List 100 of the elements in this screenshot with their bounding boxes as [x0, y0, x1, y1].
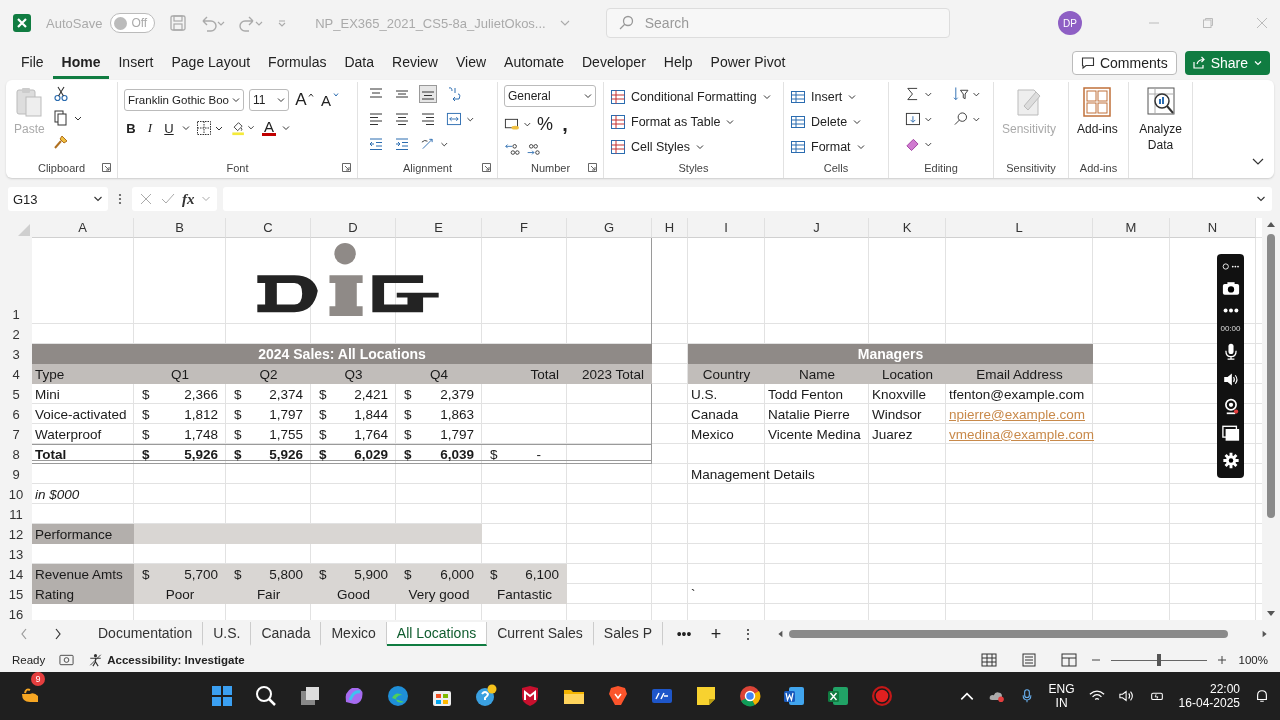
find-icon[interactable]: [953, 111, 981, 127]
chevron-down-icon[interactable]: [181, 123, 191, 133]
column-header[interactable]: D: [311, 218, 396, 238]
bottom-align-icon[interactable]: [420, 86, 436, 102]
name-box[interactable]: G13: [8, 187, 108, 211]
column-header[interactable]: F: [482, 218, 567, 238]
cloud-icon[interactable]: [988, 689, 1005, 703]
comma-style-button[interactable]: ,: [558, 114, 572, 134]
row-header[interactable]: 14: [0, 564, 32, 584]
menu-tab[interactable]: Formulas: [259, 47, 336, 79]
sheet-tab[interactable]: Mexico: [321, 622, 387, 646]
column-header[interactable]: I: [688, 218, 765, 238]
menu-tab[interactable]: Help: [654, 47, 702, 79]
edge-app-icon[interactable]: [386, 684, 410, 708]
expand-formula-icon[interactable]: [1256, 194, 1266, 204]
align-left-icon[interactable]: [368, 111, 384, 127]
sheet-tab[interactable]: All Locations: [386, 622, 488, 646]
help-app-icon[interactable]: [474, 684, 498, 708]
menu-tab[interactable]: Page Layout: [162, 47, 260, 79]
cells-menu-button[interactable]: Format: [790, 137, 866, 157]
clock-date[interactable]: 16-04-2025: [1178, 696, 1240, 710]
collapse-ribbon-icon[interactable]: [1252, 158, 1264, 166]
dialog-launcher-icon[interactable]: [342, 163, 351, 172]
sheet-tab[interactable]: Documentation: [88, 622, 204, 646]
scroll-up-icon[interactable]: [1266, 220, 1276, 228]
column-header[interactable]: M: [1093, 218, 1170, 238]
menu-tab[interactable]: Insert: [109, 47, 163, 79]
autosum-icon[interactable]: [905, 86, 933, 102]
wrap-text-icon[interactable]: [446, 86, 462, 102]
share-button[interactable]: Share: [1184, 51, 1270, 75]
notifications-icon[interactable]: [1254, 689, 1270, 703]
start-app-icon[interactable]: [210, 684, 234, 708]
row-header[interactable]: 6: [0, 404, 32, 424]
settings-icon[interactable]: [1221, 451, 1240, 469]
row-header[interactable]: 1: [0, 238, 32, 324]
sheet-tab[interactable]: Current Sales: [487, 622, 594, 646]
cells-menu-button[interactable]: Insert: [790, 87, 858, 107]
volume-icon[interactable]: [1118, 689, 1135, 703]
formula-input[interactable]: [222, 187, 1272, 211]
align-center-icon[interactable]: [394, 111, 410, 127]
decrease-decimal-icon[interactable]: [525, 141, 541, 157]
row-header[interactable]: 2: [0, 324, 32, 344]
page-break-icon[interactable]: [1060, 653, 1077, 667]
column-header[interactable]: C: [226, 218, 311, 238]
column-header[interactable]: H: [652, 218, 688, 238]
more-sheets-button[interactable]: •••: [673, 626, 696, 642]
zoom-in-icon[interactable]: [1216, 655, 1227, 665]
column-header[interactable]: K: [869, 218, 946, 238]
record-app-icon[interactable]: [870, 684, 894, 708]
eraser-icon[interactable]: [905, 136, 933, 152]
borders-icon[interactable]: [196, 120, 224, 136]
cut-icon[interactable]: [52, 86, 69, 102]
accessibility-button[interactable]: Accessibility: Investigate: [88, 653, 245, 667]
excel-app-icon[interactable]: [826, 684, 850, 708]
user-avatar[interactable]: DP: [1058, 11, 1082, 35]
add-sheet-button[interactable]: +: [705, 623, 728, 645]
chevron-down-icon[interactable]: [281, 123, 291, 133]
row-header[interactable]: 9: [0, 464, 32, 484]
row-header[interactable]: 11: [0, 504, 32, 524]
dialog-launcher-icon[interactable]: [482, 163, 491, 172]
column-header[interactable]: E: [396, 218, 482, 238]
menu-tab[interactable]: File: [12, 47, 53, 79]
cells-menu-button[interactable]: Delete: [790, 112, 863, 132]
menu-tab[interactable]: Data: [335, 47, 384, 79]
fill-color-icon[interactable]: [229, 120, 257, 136]
fill-icon[interactable]: [905, 111, 933, 127]
font-size-dropdown[interactable]: 11: [249, 89, 289, 111]
language-indicator[interactable]: ENG: [1048, 682, 1075, 696]
row-header[interactable]: 12: [0, 524, 32, 544]
scrollbar-thumb[interactable]: [1267, 234, 1275, 518]
row-header[interactable]: 4: [0, 364, 32, 384]
search-app-icon[interactable]: [254, 684, 278, 708]
wifi-icon[interactable]: [1088, 689, 1105, 703]
italic-button[interactable]: I: [143, 118, 157, 138]
column-header[interactable]: B: [134, 218, 226, 238]
increase-indent-icon[interactable]: [394, 136, 410, 152]
sheet-menu-button[interactable]: ⋮: [737, 626, 760, 642]
menu-tab[interactable]: Power Pivot: [701, 47, 795, 79]
chrome-app-icon[interactable]: [738, 684, 762, 708]
row-header[interactable]: 8: [0, 444, 32, 464]
zoom-thumb[interactable]: [1156, 654, 1161, 666]
brave-app-icon[interactable]: [606, 684, 630, 708]
scroll-down-icon[interactable]: [1266, 610, 1276, 618]
window-icon[interactable]: [1221, 424, 1240, 442]
word-app-icon[interactable]: [782, 684, 806, 708]
column-header[interactable]: N: [1170, 218, 1256, 238]
comments-button[interactable]: Comments: [1071, 51, 1177, 75]
menu-tab[interactable]: Review: [383, 47, 447, 79]
font-name-dropdown[interactable]: Franklin Gothic Boo: [124, 89, 244, 111]
format-painter-icon[interactable]: [52, 134, 69, 150]
menu-tab[interactable]: View: [446, 47, 496, 79]
copy-icon[interactable]: [52, 110, 81, 126]
link-icon[interactable]: [1221, 263, 1240, 271]
sheet-tab[interactable]: Canada: [251, 622, 322, 646]
row-header[interactable]: 16: [0, 604, 32, 620]
align-right-icon[interactable]: [420, 111, 436, 127]
menu-tab[interactable]: Developer: [573, 47, 655, 79]
bold-button[interactable]: B: [124, 118, 138, 138]
styles-menu-button[interactable]: Format as Table: [610, 112, 736, 132]
add-ins-button[interactable]: Add-ins: [1075, 82, 1120, 141]
